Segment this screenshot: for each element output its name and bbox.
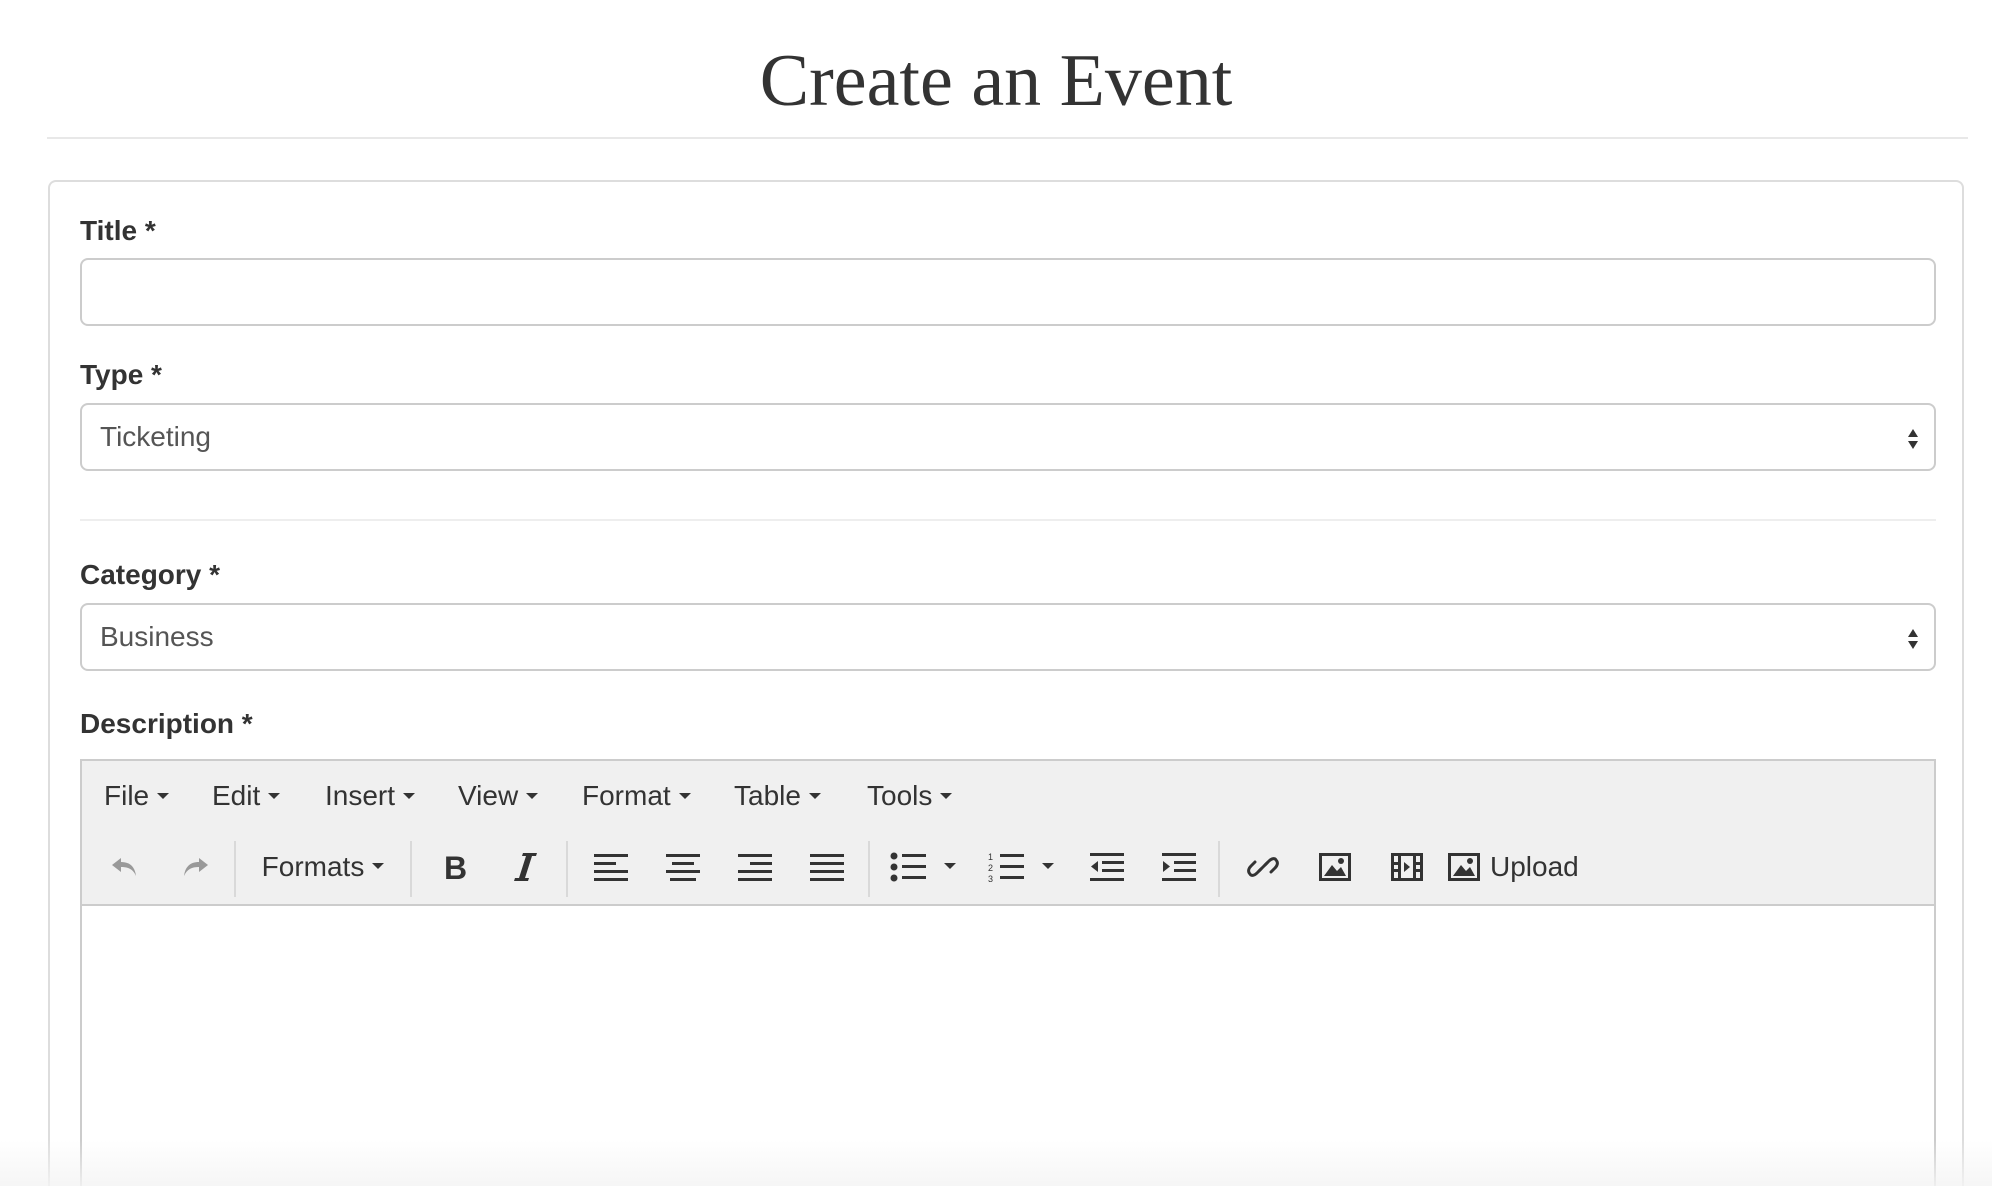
upload-button[interactable]: Upload — [1448, 841, 1600, 893]
type-label: Type * — [80, 359, 162, 390]
category-label: Category * — [80, 559, 221, 590]
menu-view[interactable]: View — [458, 761, 539, 831]
italic-icon — [514, 853, 537, 881]
redo-button[interactable] — [170, 841, 222, 893]
redo-icon — [184, 858, 208, 876]
upload-image-icon — [1448, 853, 1480, 881]
title-input[interactable] — [80, 258, 1936, 326]
caret-down-icon — [1042, 862, 1054, 869]
undo-icon — [112, 858, 136, 876]
insert-image-button[interactable] — [1304, 841, 1366, 893]
align-center-icon — [666, 854, 700, 881]
align-justify-icon — [810, 854, 844, 881]
bold-icon: B — [444, 851, 467, 883]
caret-down-icon — [268, 793, 281, 800]
type-select-value: Ticketing — [100, 421, 212, 452]
menu-tools-label: Tools — [867, 780, 933, 811]
link-icon — [1247, 857, 1279, 877]
toolbar-separator — [566, 841, 568, 897]
description-label: Description * — [80, 708, 253, 739]
header-divider — [47, 137, 1968, 139]
insert-media-button[interactable] — [1376, 841, 1438, 893]
toolbar-separator — [410, 841, 412, 897]
outdent-button[interactable] — [1076, 841, 1138, 893]
caret-down-icon — [372, 862, 385, 869]
select-arrows-icon — [1908, 429, 1918, 449]
image-icon — [1319, 853, 1351, 881]
menu-format-label: Format — [582, 780, 671, 811]
link-button[interactable] — [1232, 841, 1294, 893]
menu-file[interactable]: File — [104, 761, 170, 831]
menu-table[interactable]: Table — [734, 761, 821, 831]
section-divider — [80, 519, 1936, 521]
menu-file-label: File — [104, 780, 150, 811]
align-right-button[interactable] — [724, 841, 786, 893]
formats-label: Formats — [261, 851, 365, 882]
menu-tools[interactable]: Tools — [867, 761, 953, 831]
create-event-page: Create an Event Title * Type * Ticketing… — [0, 0, 1992, 1186]
align-right-icon — [738, 854, 772, 881]
rich-text-editor: File Edit Insert View Format Table Tools — [80, 759, 1936, 1186]
menu-edit[interactable]: Edit — [212, 761, 281, 831]
indent-button[interactable] — [1148, 841, 1210, 893]
align-left-button[interactable] — [580, 841, 642, 893]
align-center-button[interactable] — [652, 841, 714, 893]
indent-icon — [1162, 853, 1196, 881]
menu-table-label: Table — [734, 780, 801, 811]
caret-down-icon — [678, 793, 691, 800]
svg-text:2: 2 — [988, 863, 993, 873]
align-left-icon — [594, 854, 628, 881]
svg-text:1: 1 — [988, 852, 993, 862]
caret-down-icon — [403, 793, 416, 800]
svg-text:B: B — [444, 851, 467, 883]
formats-dropdown[interactable]: Formats — [248, 841, 398, 893]
menu-format[interactable]: Format — [582, 761, 691, 831]
caret-down-icon — [944, 862, 956, 869]
outdent-icon — [1090, 853, 1124, 881]
select-arrows-icon — [1908, 629, 1918, 649]
bold-button[interactable]: B — [424, 841, 484, 893]
editor-menubar: File Edit Insert View Format Table Tools — [82, 761, 1934, 832]
bullet-list-button[interactable] — [880, 841, 966, 893]
type-select[interactable]: Ticketing — [80, 403, 1936, 471]
caret-down-icon — [940, 793, 953, 800]
undo-button[interactable] — [98, 841, 150, 893]
numbered-list-icon: 1 2 3 — [988, 852, 1024, 882]
editor-toolbar: Formats B 1 2 3 Upload — [82, 831, 1934, 906]
category-select[interactable]: Business — [80, 603, 1936, 671]
bullet-list-icon — [890, 852, 926, 882]
category-select-value: Business — [100, 621, 214, 652]
page-title: Create an Event — [759, 40, 1233, 122]
toolbar-separator — [234, 841, 236, 897]
caret-down-icon — [808, 793, 821, 800]
media-icon — [1391, 853, 1423, 881]
toolbar-separator — [868, 841, 870, 897]
caret-down-icon — [157, 793, 170, 800]
menu-view-label: View — [458, 780, 519, 811]
menu-insert[interactable]: Insert — [325, 761, 416, 831]
menu-edit-label: Edit — [212, 780, 261, 811]
menu-insert-label: Insert — [325, 780, 396, 811]
upload-label: Upload — [1490, 851, 1579, 882]
numbered-list-button[interactable]: 1 2 3 — [978, 841, 1064, 893]
editor-content-area[interactable] — [82, 906, 1934, 1186]
italic-button[interactable] — [496, 841, 556, 893]
svg-text:3: 3 — [988, 874, 993, 882]
title-label: Title * — [80, 215, 156, 246]
caret-down-icon — [526, 793, 539, 800]
align-justify-button[interactable] — [796, 841, 858, 893]
toolbar-separator — [1218, 841, 1220, 897]
